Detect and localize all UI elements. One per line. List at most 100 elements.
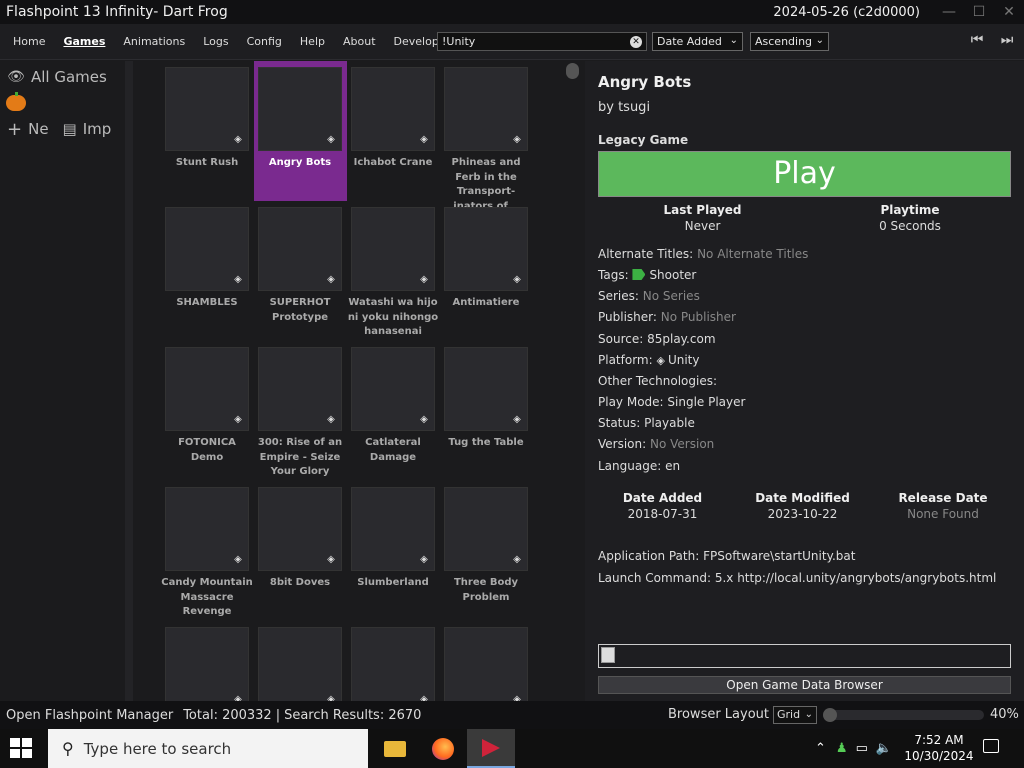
menu-logs[interactable]: Logs	[194, 35, 237, 48]
publisher-value[interactable]: No Publisher	[661, 310, 736, 324]
import-playlist-button[interactable]: Imp	[83, 120, 112, 138]
game-tile[interactable]: ◈ Watashi wa hijo ni yoku nihongo hanasen…	[348, 203, 444, 343]
new-playlist-button[interactable]: Ne	[28, 120, 48, 138]
flashpoint-manager-link[interactable]: Open Flashpoint Manager	[6, 708, 173, 723]
tag-shooter[interactable]: Shooter	[649, 268, 696, 282]
collapse-right-icon[interactable]: ⏭	[998, 32, 1016, 50]
game-tile[interactable]: ◈	[258, 623, 351, 701]
firefox-app[interactable]	[419, 729, 467, 768]
open-game-data-browser-button[interactable]: Open Game Data Browser	[598, 676, 1011, 694]
status-value[interactable]: Playable	[644, 416, 695, 430]
alt-titles-value[interactable]: No Alternate Titles	[697, 247, 808, 261]
search-box: ✕	[437, 32, 647, 51]
notification-icon[interactable]	[983, 739, 999, 753]
sidebar-item-all-games[interactable]: 👁 All Games	[0, 63, 125, 91]
release-date-value[interactable]: None Found	[893, 507, 993, 521]
menu-home[interactable]: Home	[4, 35, 54, 48]
menu-help[interactable]: Help	[291, 35, 334, 48]
user-icon[interactable]: ♟	[836, 741, 848, 756]
status-separator: |	[275, 707, 281, 723]
game-details-panel: Angry Bots by tsugi Legacy Game Play Las…	[585, 61, 1024, 701]
windows-start-icon[interactable]	[10, 738, 34, 760]
network-icon[interactable]: ▭	[856, 741, 868, 756]
browser-layout-select[interactable]: Grid ⌄	[773, 706, 817, 724]
minimize-icon[interactable]: —	[934, 4, 964, 20]
menu-animations[interactable]: Animations	[114, 35, 194, 48]
sort-order-value: Ascending	[755, 35, 813, 48]
volume-icon[interactable]: 🔈	[876, 741, 892, 756]
app-path-value[interactable]: FPSoftware\startUnity.bat	[703, 549, 855, 563]
game-tile[interactable]: ◈ Slumberland	[351, 483, 444, 623]
language-value[interactable]: en	[665, 459, 680, 473]
version-field-label: Version:	[598, 437, 647, 451]
flashpoint-app[interactable]	[467, 729, 515, 768]
zoom-slider[interactable]	[824, 710, 984, 720]
date-modified-value: 2023-10-22	[767, 507, 838, 521]
series-value[interactable]: No Series	[643, 289, 700, 303]
game-tile[interactable]: ◈ SHAMBLES	[165, 203, 258, 343]
launch-command-value[interactable]: 5.x http://local.unity/angrybots/angrybo…	[715, 571, 997, 585]
taskbar-search[interactable]: ⚲ Type here to search	[48, 729, 368, 768]
pumpkin-icon[interactable]	[6, 92, 26, 111]
game-tile[interactable]: ◈ 300: Rise of an Empire - Seize Your Glo…	[258, 343, 351, 483]
play-mode-value[interactable]: Single Player	[667, 395, 745, 409]
taskbar-clock[interactable]: 7:52 AM 10/30/2024	[904, 732, 974, 764]
game-tile[interactable]: ◈ Tug the Table	[444, 343, 537, 483]
screenshot-image[interactable]	[598, 644, 1011, 668]
file-icon[interactable]: ▤	[63, 120, 77, 138]
flashpoint-icon	[482, 738, 500, 757]
search-input[interactable]	[438, 35, 630, 48]
game-tile[interactable]: ◈	[444, 623, 537, 701]
zoom-slider-handle[interactable]	[823, 708, 837, 722]
game-tile[interactable]: ◈ Three Body Problem	[444, 483, 537, 623]
play-button[interactable]: Play	[598, 151, 1011, 197]
sort-field-select[interactable]: Date Added ⌄	[652, 32, 743, 51]
clock-time: 7:52 AM	[914, 733, 964, 747]
clock-date: 10/30/2024	[904, 749, 974, 763]
grid-scrollbar[interactable]	[563, 61, 585, 701]
game-tile[interactable]: ◈	[165, 623, 258, 701]
game-tile[interactable]: ◈ Candy Mountain Massacre Revenge	[161, 483, 258, 623]
playtime-label: Playtime	[880, 203, 940, 217]
close-icon[interactable]: ✕	[994, 4, 1024, 20]
scroll-thumb[interactable]	[566, 63, 579, 79]
last-played-label: Last Played	[663, 203, 742, 217]
game-tile[interactable]: ◈ Stunt Rush	[165, 63, 258, 203]
version-field-value[interactable]: No Version	[650, 437, 714, 451]
game-title-label: SUPERHOT Prototype	[269, 297, 331, 323]
maximize-icon[interactable]: ☐	[964, 4, 994, 20]
game-title-label: Catlateral Damage	[365, 437, 421, 463]
collapse-left-icon[interactable]: ⏮	[968, 32, 986, 50]
menu-config[interactable]: Config	[238, 35, 291, 48]
menu-games[interactable]: Games	[54, 35, 114, 48]
platform-value[interactable]: Unity	[668, 353, 700, 367]
menu-about[interactable]: About	[334, 35, 385, 48]
sidebar-divider[interactable]	[125, 61, 133, 701]
window-title: Flashpoint 13 Infinity- Dart Frog	[6, 4, 228, 20]
last-played-stat: Last Played Never	[655, 203, 750, 233]
sidebar: 👁 All Games + Ne ▤ Imp	[0, 61, 125, 701]
sort-order-select[interactable]: Ascending ⌄	[750, 32, 829, 51]
legacy-label: Legacy Game	[598, 133, 689, 147]
plus-icon[interactable]: +	[7, 119, 22, 140]
date-modified-label: Date Modified	[755, 491, 850, 505]
game-developer: by tsugi	[598, 100, 651, 115]
file-explorer-app[interactable]	[371, 729, 419, 768]
game-tile[interactable]: ◈	[351, 623, 444, 701]
game-tile[interactable]: ◈ Catlateral Damage	[351, 343, 444, 483]
game-tile[interactable]: ◈ Antimatiere	[444, 203, 537, 343]
game-tile[interactable]: ◈ Phineas and Ferb in the Transport-inato…	[444, 63, 537, 212]
source-value[interactable]: 85play.com	[647, 332, 715, 346]
clear-search-icon[interactable]: ✕	[630, 35, 642, 48]
menu-bar: Home Games Animations Logs Config Help A…	[0, 24, 1024, 60]
status-label: Status:	[598, 416, 641, 430]
chevron-up-icon[interactable]: ⌃	[815, 741, 826, 756]
game-tile[interactable]: ◈ FOTONICA Demo	[165, 343, 258, 483]
playtime-value: 0 Seconds	[879, 219, 941, 233]
unity-icon: ◈	[420, 274, 428, 285]
game-tile[interactable]: ◈ Ichabot Crane	[351, 63, 444, 203]
search-results-count: Search Results: 2670	[284, 707, 422, 723]
game-tile[interactable]: ◈ 8bit Doves	[258, 483, 351, 623]
game-tile[interactable]: ◈ Angry Bots	[254, 61, 347, 201]
game-tile[interactable]: ◈ SUPERHOT Prototype	[258, 203, 351, 343]
